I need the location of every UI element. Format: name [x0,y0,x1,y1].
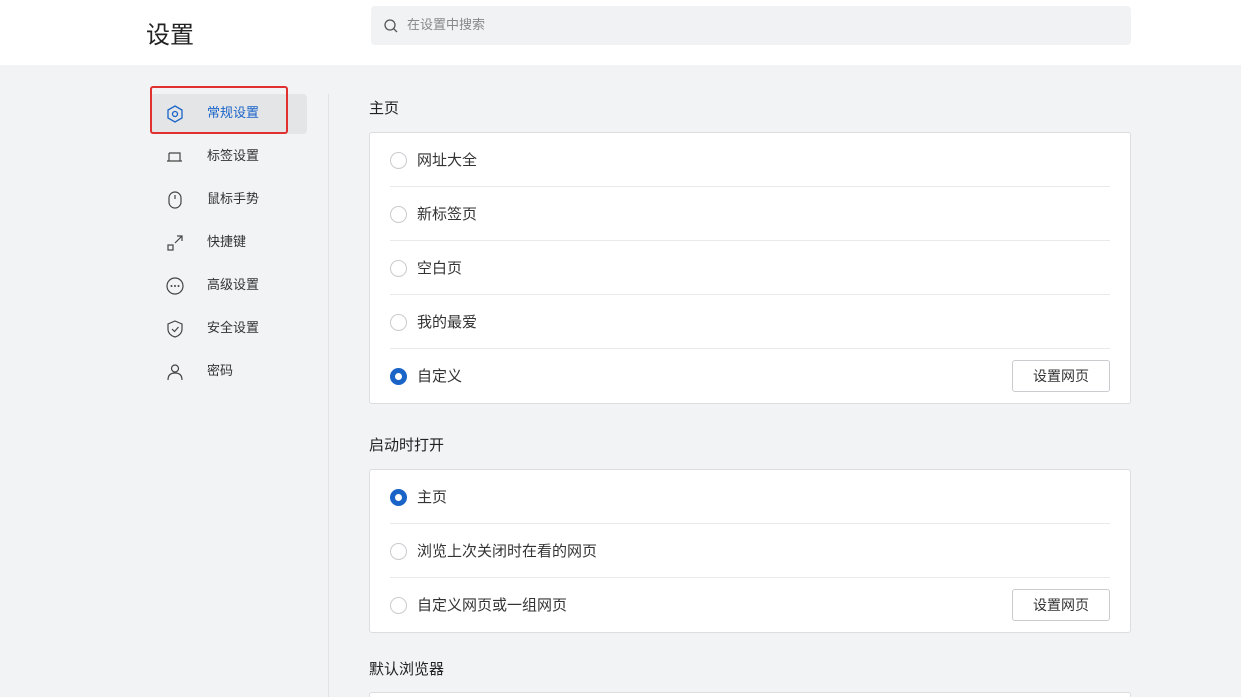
radio-label: 主页 [417,488,448,506]
radio-label: 网址大全 [417,151,478,169]
radio-row[interactable]: 自定义网页或一组网页 设置网页 [390,578,1110,632]
shield-icon [167,320,183,338]
sidebar-item-advanced[interactable]: 高级设置 [150,266,307,306]
radio-row[interactable]: 新标签页 [390,187,1110,241]
sidebar-item-label: 密码 [207,364,234,379]
sidebar-item-label: 快捷键 [207,235,247,250]
sidebar-item-tabs[interactable]: 标签设置 [150,137,307,177]
default-browser-card [369,692,1131,697]
set-homepage-button[interactable]: 设置网页 [1012,360,1110,392]
top-bar: 设置 [0,0,1241,65]
user-icon [167,364,183,381]
sidebar-item-label: 标签设置 [207,149,260,164]
radio-button-selected[interactable] [390,489,407,506]
radio-label: 空白页 [417,259,463,277]
search-box[interactable] [371,6,1131,45]
radio-label: 新标签页 [417,205,478,223]
sidebar-divider [328,94,329,697]
search-input[interactable] [407,6,1107,45]
page-title: 设置 [146,21,194,49]
startup-card: 主页 浏览上次关闭时在看的网页 自定义网页或一组网页 设置网页 [369,469,1131,633]
sidebar-item-label: 高级设置 [207,278,260,293]
sidebar-item-label: 常规设置 [207,106,260,121]
radio-button[interactable] [390,260,407,277]
mouse-icon [168,191,182,209]
set-startup-pages-button[interactable]: 设置网页 [1012,589,1110,621]
sidebar-item-shortcuts[interactable]: 快捷键 [150,223,307,263]
tab-icon [167,152,182,162]
sidebar-item-general[interactable]: 常规设置 [150,94,307,134]
radio-button[interactable] [390,206,407,223]
more-circle-icon [166,277,184,295]
radio-row[interactable]: 我的最爱 [390,295,1110,349]
sidebar-item-security[interactable]: 安全设置 [150,309,307,349]
radio-label: 自定义网页或一组网页 [417,596,568,614]
radio-label: 我的最爱 [417,313,478,331]
radio-button-selected[interactable] [390,368,407,385]
radio-row[interactable]: 自定义 设置网页 [390,349,1110,403]
shortcut-arrow-icon [167,235,183,251]
homepage-card: 网址大全 新标签页 空白页 我的最爱 自定义 设置网页 [369,132,1131,404]
sidebar-item-mouse-gestures[interactable]: 鼠标手势 [150,180,307,220]
radio-label: 自定义 [417,367,463,385]
sidebar-item-label: 鼠标手势 [207,192,260,207]
radio-row[interactable]: 空白页 [390,241,1110,295]
search-icon [384,19,398,33]
section-title-homepage: 主页 [369,99,400,117]
hexagon-gear-icon [167,105,183,123]
radio-button[interactable] [390,152,407,169]
radio-button[interactable] [390,597,407,614]
radio-row[interactable]: 网址大全 [390,133,1110,187]
section-title-default-browser: 默认浏览器 [369,660,445,678]
radio-button[interactable] [390,543,407,560]
section-title-startup: 启动时打开 [369,436,445,454]
sidebar-item-label: 安全设置 [207,321,260,336]
radio-button[interactable] [390,314,407,331]
radio-row[interactable]: 主页 [390,470,1110,524]
radio-label: 浏览上次关闭时在看的网页 [417,542,598,560]
radio-row[interactable]: 浏览上次关闭时在看的网页 [390,524,1110,578]
sidebar: 常规设置 标签设置 鼠标手势 快捷键 高级设置 安全设置 密码 [150,94,307,395]
sidebar-item-passwords[interactable]: 密码 [150,352,307,392]
